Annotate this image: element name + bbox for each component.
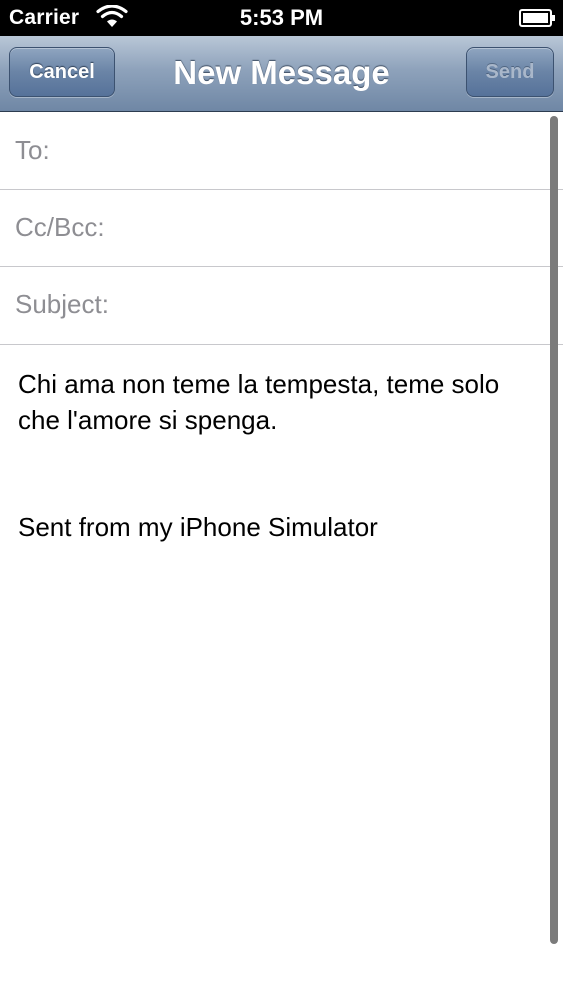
cc-bcc-field[interactable]: Cc/Bcc: xyxy=(0,190,563,267)
message-signature[interactable]: Sent from my iPhone Simulator xyxy=(18,512,378,543)
to-label: To: xyxy=(15,135,50,165)
navigation-bar: Cancel New Message Send xyxy=(0,36,563,112)
send-button[interactable]: Send xyxy=(466,47,554,97)
cc-bcc-label: Cc/Bcc: xyxy=(15,212,105,242)
status-bar: Carrier 5:53 PM xyxy=(0,0,563,36)
status-time: 5:53 PM xyxy=(239,5,324,30)
battery-icon xyxy=(519,9,556,27)
scroll-indicator[interactable] xyxy=(550,116,558,944)
subject-field[interactable]: Subject: xyxy=(0,267,563,345)
to-field[interactable]: To: xyxy=(0,113,563,190)
message-body[interactable]: Chi ama non teme la tempesta, teme solo … xyxy=(18,366,538,438)
subject-label: Subject: xyxy=(15,289,109,319)
